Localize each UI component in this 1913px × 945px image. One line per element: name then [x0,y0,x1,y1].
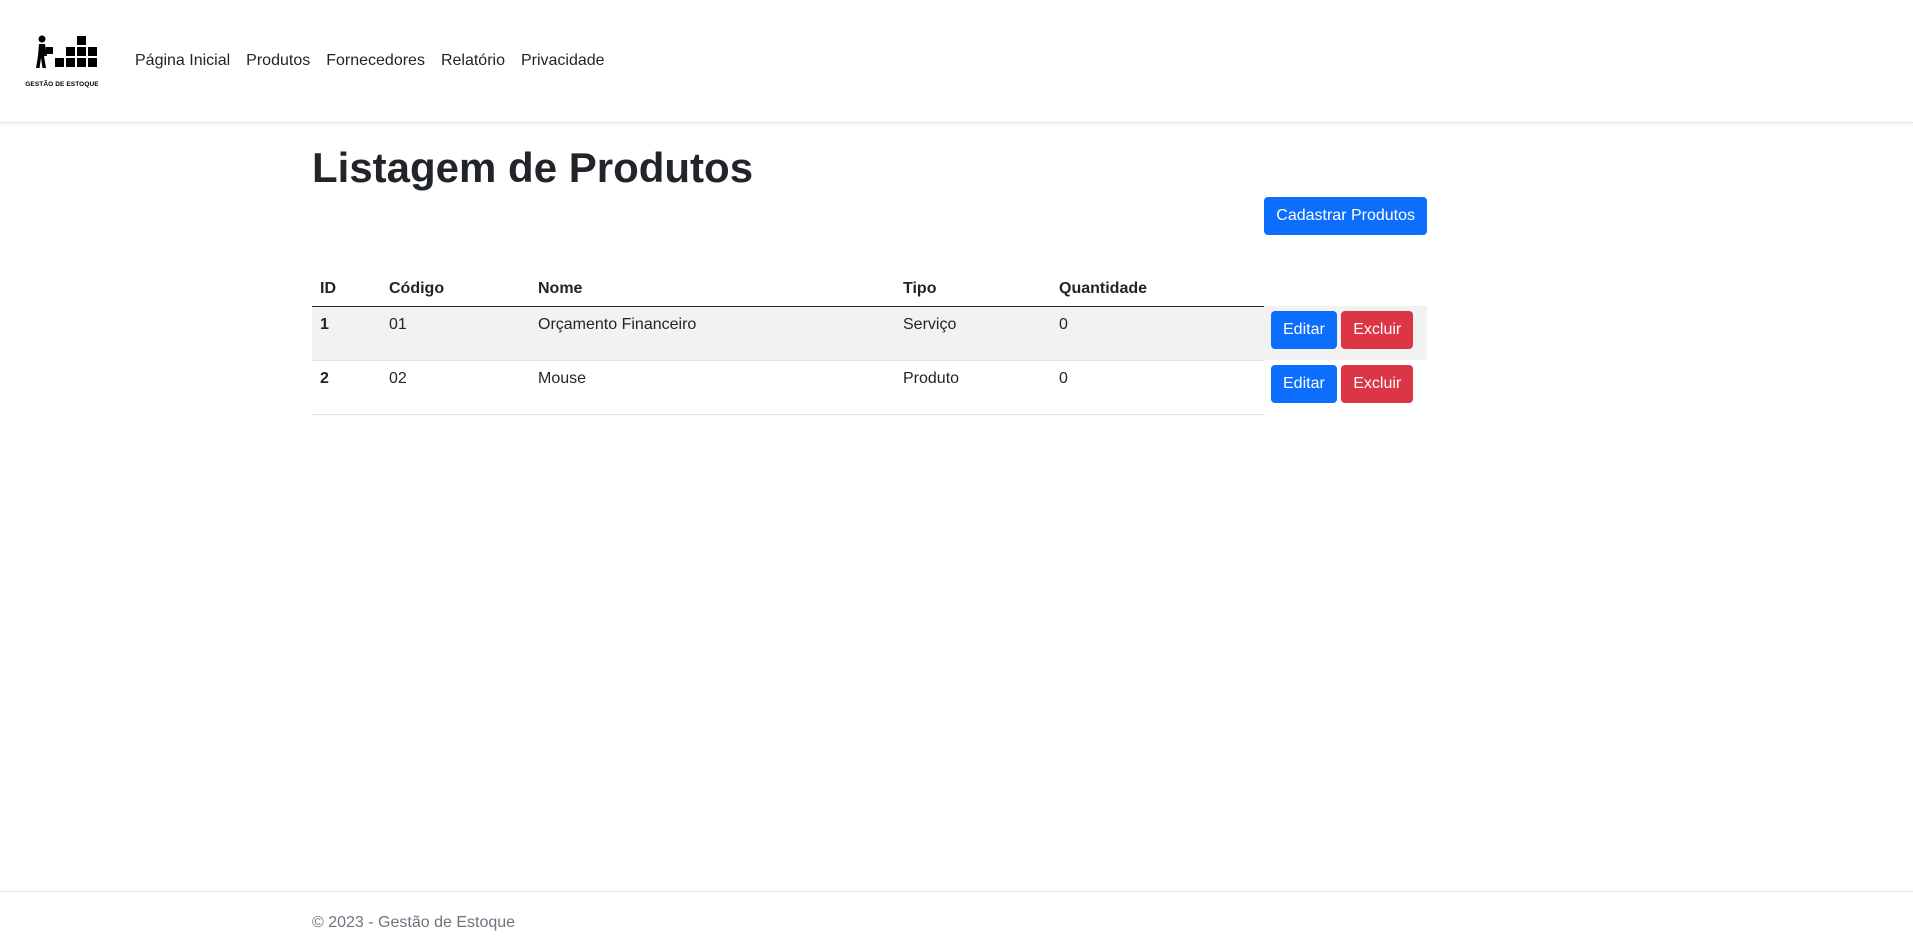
footer: © 2023 - Gestão de Estoque [0,891,1913,945]
cell-tipo: Produto [895,360,1051,415]
table-row: 1 01 Orçamento Financeiro Serviço 0 Edit… [312,306,1427,361]
footer-copyright: © 2023 - Gestão de Estoque [312,914,516,931]
cell-codigo: 01 [381,306,530,361]
cell-actions: Editar Excluir [1264,306,1427,360]
cell-id: 2 [312,360,381,415]
brand-logo-link[interactable]: GESTÃO DE ESTOQUE [24,34,100,90]
delete-button[interactable]: Excluir [1341,365,1414,403]
column-header-tipo: Tipo [895,272,1051,307]
nav-item-relatorio[interactable]: Relatório [433,50,513,72]
cell-nome: Mouse [530,360,895,415]
stock-logo-icon [36,35,97,68]
page-title: Listagem de Produtos [312,144,754,191]
cell-quantidade: 0 [1051,306,1264,361]
table-header-row: ID Código Nome Tipo Quantidade [312,272,1427,307]
column-header-codigo: Código [381,272,530,307]
create-product-button[interactable]: Cadastrar Produtos [1264,197,1427,235]
brand-logo-text: GESTÃO DE ESTOQUE [25,81,99,88]
nav-item-produtos[interactable]: Produtos [238,50,318,72]
nav-item-pagina-inicial[interactable]: Página Inicial [127,50,238,72]
cell-nome: Orçamento Financeiro [530,306,895,361]
table-row: 2 02 Mouse Produto 0 Editar Excluir [312,360,1427,415]
nav-item-fornecedores[interactable]: Fornecedores [318,50,433,72]
delete-button[interactable]: Excluir [1341,311,1414,349]
navbar: GESTÃO DE ESTOQUE Página Inicial Produto… [0,0,1913,123]
cell-codigo: 02 [381,360,530,415]
column-header-nome: Nome [530,272,895,307]
edit-button[interactable]: Editar [1271,311,1337,349]
cell-id: 1 [312,306,381,361]
column-header-quantidade: Quantidade [1051,272,1264,307]
cell-actions: Editar Excluir [1264,360,1427,414]
nav-item-privacidade[interactable]: Privacidade [513,50,613,72]
column-header-id: ID [312,272,381,307]
cell-tipo: Serviço [895,306,1051,361]
cell-quantidade: 0 [1051,360,1264,415]
main-nav: Página Inicial Produtos Fornecedores Rel… [127,50,613,72]
products-table: ID Código Nome Tipo Quantidade 1 01 Orça… [312,272,1427,415]
edit-button[interactable]: Editar [1271,365,1337,403]
column-header-actions [1264,272,1427,306]
